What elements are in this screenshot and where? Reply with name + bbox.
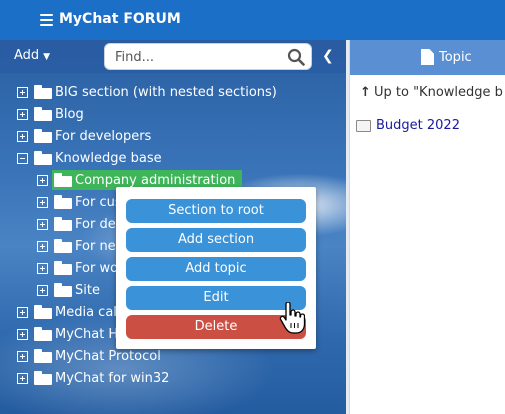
expand-icon[interactable] — [17, 372, 28, 384]
tree-item-label: Site — [75, 282, 100, 298]
topic-item[interactable]: Budget 2022 — [356, 118, 460, 133]
topics-header: Topic — [350, 40, 505, 75]
folder-icon — [34, 129, 52, 143]
folder-icon — [54, 239, 72, 253]
tree-item[interactable]: For cus — [37, 192, 122, 212]
tree-item-label: Company administration — [75, 172, 236, 188]
expand-icon[interactable] — [17, 86, 28, 98]
expand-icon[interactable] — [37, 240, 48, 252]
tree-item-label: MyChat for win32 — [55, 370, 170, 386]
tree-item[interactable]: For de — [37, 214, 116, 234]
tree-item-label: MyChat Protocol — [55, 348, 161, 364]
tree-item-label: Blog — [55, 106, 84, 122]
tree-item-label: For wo — [75, 260, 119, 276]
tree-item-label: BIG section (with nested sections) — [55, 84, 277, 100]
tree-item[interactable]: Knowledge base — [17, 148, 162, 168]
folder-icon — [34, 305, 52, 319]
search-input[interactable] — [115, 48, 275, 66]
folder-icon — [34, 327, 52, 341]
collapse-panel-icon[interactable]: ❮ — [322, 48, 334, 64]
folder-icon — [34, 85, 52, 99]
tree-item[interactable]: MyChat Protocol — [17, 346, 161, 366]
expand-icon[interactable] — [37, 218, 48, 230]
chevron-down-icon: ▼ — [43, 52, 51, 62]
hamburger-menu-icon[interactable] — [40, 14, 53, 26]
expand-icon[interactable] — [37, 174, 48, 186]
search-icon[interactable] — [287, 48, 305, 66]
tree-item[interactable]: For ne — [37, 236, 116, 256]
add-topic-button[interactable]: Add topic — [126, 257, 306, 281]
folder-icon — [34, 371, 52, 385]
folder-icon — [54, 217, 72, 231]
expand-icon[interactable] — [37, 284, 48, 296]
tree-item[interactable]: MyChat for win32 — [17, 368, 169, 388]
app-title: MyChat FORUM — [59, 11, 181, 27]
expand-icon[interactable] — [17, 108, 28, 120]
top-bar: MyChat FORUM — [0, 0, 505, 40]
expand-icon[interactable] — [37, 196, 48, 208]
up-link-label: Up to "Knowledge b — [374, 85, 503, 100]
folder-icon — [54, 283, 72, 297]
folder-icon — [34, 107, 52, 121]
add-dropdown-button[interactable]: Add ▼ — [14, 48, 50, 63]
expand-icon[interactable] — [17, 306, 28, 318]
folder-icon — [54, 195, 72, 209]
expand-icon[interactable] — [37, 262, 48, 274]
expand-icon[interactable] — [17, 130, 28, 142]
sections-toolbar: Add▼ ❮ — [0, 40, 346, 73]
add-section-button[interactable]: Add section — [126, 228, 306, 252]
tree-item-label: For de — [75, 216, 116, 232]
hand-cursor-icon — [279, 302, 305, 334]
folder-icon — [54, 173, 72, 187]
search-box[interactable] — [104, 43, 312, 70]
tree-item[interactable]: Media call — [17, 302, 121, 322]
tree-item-label: For ne — [75, 238, 116, 254]
section-to-root-button[interactable]: Section to root — [126, 199, 306, 223]
tree-item[interactable]: BIG section (with nested sections) — [17, 82, 277, 102]
topics-header-label: Topic — [439, 50, 472, 65]
topic-item-label: Budget 2022 — [376, 118, 460, 133]
topics-panel: Topic ↑ Up to "Knowledge b Budget 2022 — [349, 40, 505, 414]
collapse-icon[interactable] — [17, 152, 28, 164]
tree-item[interactable]: Blog — [17, 104, 84, 124]
sections-panel: Add▼ ❮ BIG section (with nested sections… — [0, 40, 346, 414]
expand-icon[interactable] — [17, 328, 28, 340]
folder-open-icon — [34, 151, 52, 165]
up-link[interactable]: ↑ Up to "Knowledge b — [360, 85, 503, 100]
folder-icon — [34, 349, 52, 363]
tree-item[interactable]: MyChat Ho — [17, 324, 126, 344]
folder-icon — [54, 261, 72, 275]
tree-item-label: Knowledge base — [55, 150, 162, 166]
tree-item[interactable]: Site — [37, 280, 100, 300]
up-arrow-icon: ↑ — [360, 85, 371, 100]
tree-item-label: For developers — [55, 128, 152, 144]
folder-outline-icon — [356, 119, 371, 132]
tree-item-label: For cus — [75, 194, 122, 210]
add-label: Add — [14, 48, 40, 63]
tree-item-label: Media call — [55, 304, 121, 320]
tree-item[interactable]: For developers — [17, 126, 151, 146]
document-icon — [421, 49, 434, 65]
tree-item[interactable]: For wo — [37, 258, 118, 278]
expand-icon[interactable] — [17, 350, 28, 362]
